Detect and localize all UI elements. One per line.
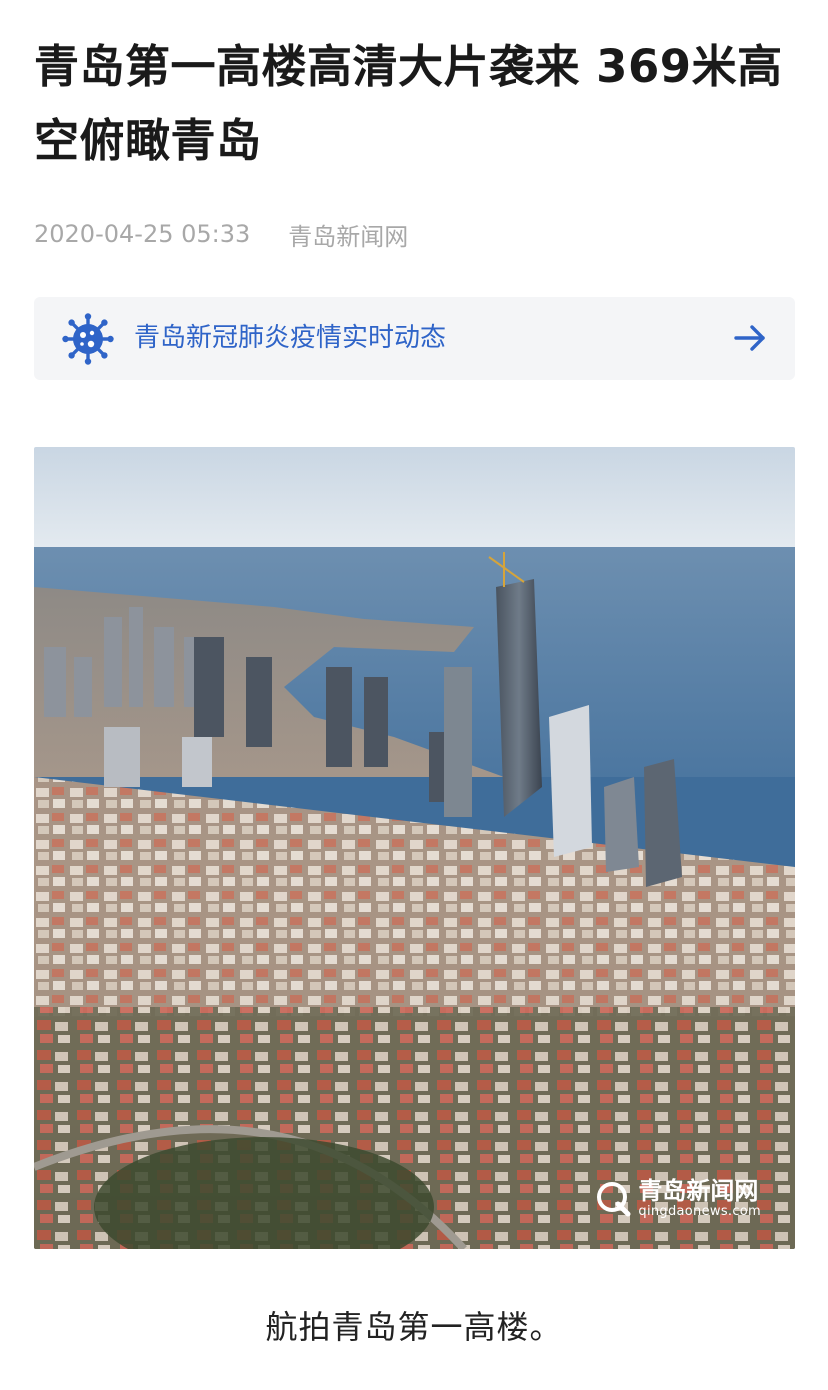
banner-label: 青岛新冠肺炎疫情实时动态: [134, 323, 447, 353]
publish-date: 2020-04-25 05:33: [34, 220, 251, 248]
aerial-city-photo[interactable]: 青岛新闻网 qingdaonews.com: [34, 447, 795, 1249]
watermark-name: 青岛新闻网: [638, 1177, 759, 1206]
article-meta: 2020-04-25 05:33 青岛新闻网: [34, 216, 408, 252]
watermark-url: qingdaonews.com: [638, 1203, 761, 1219]
virus-icon: [62, 313, 114, 365]
qingdaonews-logo-icon: [597, 1181, 631, 1217]
article-page: 青岛第一高楼高清大片袭来 369米高空俯瞰青岛 2020-04-25 05:33…: [0, 0, 828, 1390]
arrow-right-icon[interactable]: [733, 323, 767, 353]
source-name[interactable]: 青岛新闻网: [288, 217, 408, 252]
photo-watermark: 青岛新闻网 qingdaonews.com: [594, 1178, 761, 1219]
covid-live-banner[interactable]: 青岛新冠肺炎疫情实时动态: [34, 297, 795, 380]
photo-caption: 航拍青岛第一高楼。: [265, 1308, 563, 1346]
article-title: 青岛第一高楼高清大片袭来 369米高空俯瞰青岛: [34, 40, 783, 167]
aerial-photo-image: [34, 447, 795, 1249]
